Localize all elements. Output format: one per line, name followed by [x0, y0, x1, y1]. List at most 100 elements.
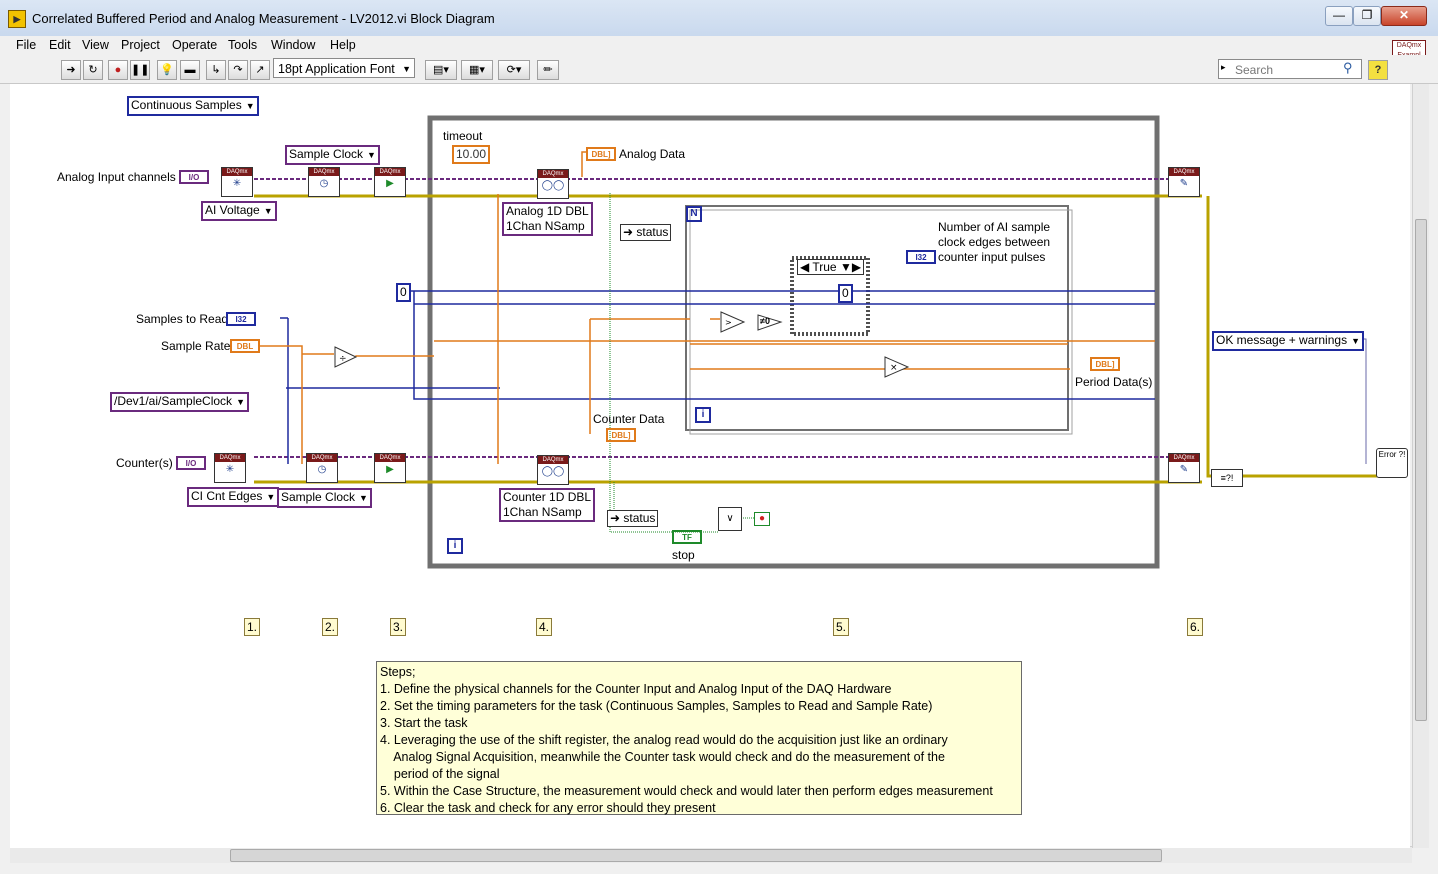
- notes-line: 2. Set the timing parameters for the tas…: [380, 699, 933, 713]
- status-unbundle-bottom[interactable]: ➜ status: [607, 510, 659, 527]
- daqmx-create-channel-ci-node[interactable]: DAQmx ✳: [214, 453, 246, 483]
- daqmx-header: DAQmx: [307, 454, 337, 462]
- run-arrow-icon[interactable]: ➜: [61, 60, 81, 80]
- maximize-button[interactable]: ❐: [1353, 6, 1381, 26]
- daqmx-read-ai-node[interactable]: DAQmx ◯◯: [537, 169, 569, 199]
- step-marker-3: 3.: [390, 618, 406, 636]
- daqmx-start-ai-node[interactable]: DAQmx ▶: [374, 167, 406, 197]
- step-over-icon[interactable]: ↷: [228, 60, 248, 80]
- status-unbundle-top[interactable]: ➜ status: [620, 224, 672, 241]
- step-marker-2: 2.: [322, 618, 338, 636]
- or-node[interactable]: ∨: [718, 507, 742, 531]
- counter-data-indicator[interactable]: DBL]: [606, 428, 636, 442]
- analog-data-label: Analog Data: [619, 147, 686, 161]
- svg-text:×: ×: [890, 363, 898, 373]
- samples-to-read-terminal[interactable]: I32: [226, 312, 256, 326]
- zero-constant-left[interactable]: 0: [396, 283, 411, 302]
- steps-comment-box[interactable]: Steps; 1. Define the physical channels f…: [376, 661, 1022, 815]
- menu-project[interactable]: Project: [121, 38, 160, 52]
- minimize-button[interactable]: —: [1325, 6, 1353, 26]
- sample-rate-terminal[interactable]: DBL: [230, 339, 260, 353]
- analog-read-polymorphic-selector[interactable]: Analog 1D DBL 1Chan NSamp: [502, 202, 593, 236]
- notes-heading: Steps;: [380, 665, 416, 679]
- step-out-icon[interactable]: ↗: [250, 60, 270, 80]
- chevron-down-icon: ▼: [367, 150, 376, 160]
- vertical-scrollbar[interactable]: [1412, 84, 1429, 848]
- divide-triangle-icon: ÷: [334, 346, 358, 368]
- sample-clock-top-dropdown[interactable]: Sample Clock ▼: [285, 145, 380, 165]
- counters-terminal[interactable]: I/O: [176, 456, 206, 470]
- daqmx-clear-ci-node[interactable]: DAQmx ✎: [1168, 453, 1200, 483]
- search-icon[interactable]: ⚲: [1343, 60, 1353, 76]
- daqmx-read-ci-node[interactable]: DAQmx ◯◯: [537, 455, 569, 485]
- daqmx-header: DAQmx: [538, 456, 568, 464]
- title-bar: ▶ Correlated Buffered Period and Analog …: [0, 0, 1438, 37]
- horizontal-scroll-thumb[interactable]: [230, 849, 1162, 862]
- menu-operate[interactable]: Operate: [172, 38, 217, 52]
- pause-icon[interactable]: ❚❚: [130, 60, 150, 80]
- dev-sample-clock-value: /Dev1/ai/SampleClock: [114, 394, 233, 408]
- stop-button-terminal[interactable]: TF: [672, 530, 702, 544]
- close-button[interactable]: ✕: [1381, 6, 1427, 26]
- num-ai-edges-indicator[interactable]: I32: [906, 250, 936, 264]
- horizontal-scrollbar[interactable]: [10, 846, 1412, 863]
- while-loop-iteration-terminal: i: [447, 538, 463, 554]
- chevron-down-icon: ▼: [263, 206, 273, 216]
- search-input[interactable]: ▸ Search ⚲: [1218, 59, 1362, 79]
- daqmx-header: DAQmx: [309, 168, 339, 176]
- abort-icon[interactable]: ●: [108, 60, 128, 80]
- multiply-node[interactable]: ×: [884, 356, 910, 378]
- ok-message-dropdown[interactable]: OK message + warnings ▼: [1212, 331, 1364, 351]
- stop-condition-icon[interactable]: ●: [754, 512, 770, 526]
- window-title: Correlated Buffered Period and Analog Me…: [32, 11, 495, 26]
- menu-help[interactable]: Help: [330, 38, 356, 52]
- menu-window[interactable]: Window: [271, 38, 315, 52]
- reorder-icon[interactable]: ⟳▾: [498, 60, 530, 80]
- num-ai-edges-label-line3: counter input pulses: [938, 250, 1046, 264]
- menu-edit[interactable]: Edit: [49, 38, 71, 52]
- period-data-indicator[interactable]: DBL]: [1090, 357, 1120, 371]
- menu-file[interactable]: File: [16, 38, 36, 52]
- timeout-constant[interactable]: 10.00: [452, 145, 491, 164]
- run-continuously-icon[interactable]: ↻: [83, 60, 103, 80]
- dev-sample-clock-dropdown[interactable]: /Dev1/ai/SampleClock ▼: [110, 392, 249, 412]
- highlight-execution-icon[interactable]: 💡: [157, 60, 177, 80]
- clean-up-diagram-icon[interactable]: ✏: [537, 60, 559, 80]
- daqmx-clear-ai-node[interactable]: DAQmx ✎: [1168, 167, 1200, 197]
- align-objects-icon[interactable]: ▤▾: [425, 60, 457, 80]
- for-loop-iteration-terminal: i: [695, 407, 711, 423]
- daqmx-timing-ai-node[interactable]: DAQmx ◷: [308, 167, 340, 197]
- vertical-scroll-thumb[interactable]: [1415, 219, 1427, 721]
- counter-read-type: Counter 1D DBL: [503, 490, 592, 504]
- read-glasses-icon: ◯◯: [541, 466, 565, 477]
- step-into-icon[interactable]: ↳: [206, 60, 226, 80]
- num-ai-edges-label-line1: Number of AI sample: [938, 220, 1051, 234]
- counter-read-polymorphic-selector[interactable]: Counter 1D DBL 1Chan NSamp: [499, 488, 596, 522]
- font-dropdown[interactable]: 18pt Application Font ▼: [273, 58, 415, 78]
- not-equal-zero-node[interactable]: ≠0: [757, 314, 783, 331]
- block-diagram-canvas[interactable]: Continuous Samples ▼ Sample Clock ▼ Analog…: [10, 84, 1410, 848]
- daqmx-create-channel-ai-node[interactable]: DAQmx ✳: [221, 167, 253, 197]
- retain-wire-values-icon[interactable]: ▬: [180, 60, 200, 80]
- distribute-objects-icon[interactable]: ▦▾: [461, 60, 493, 80]
- simple-error-handler-node[interactable]: Error ?!: [1376, 448, 1408, 478]
- case-selector[interactable]: ◀ True ▼▶: [797, 259, 865, 275]
- menu-view[interactable]: View: [82, 38, 109, 52]
- context-help-icon[interactable]: ?: [1368, 60, 1388, 80]
- ci-cnt-edges-dropdown[interactable]: CI Cnt Edges ▼: [187, 487, 280, 507]
- daqmx-start-ci-node[interactable]: DAQmx ▶: [374, 453, 406, 483]
- ai-voltage-dropdown[interactable]: AI Voltage ▼: [201, 201, 277, 221]
- analog-input-channels-terminal[interactable]: I/O: [179, 170, 209, 184]
- zero-constant-case[interactable]: 0: [838, 284, 853, 303]
- daqmx-header: DAQmx: [222, 168, 252, 176]
- sample-clock-bottom-dropdown[interactable]: Sample Clock ▼: [277, 488, 372, 508]
- merge-errors-node[interactable]: ≡?!: [1211, 469, 1243, 487]
- sample-mode-dropdown[interactable]: Continuous Samples ▼: [127, 96, 259, 116]
- analog-data-indicator[interactable]: DBL]: [586, 147, 616, 161]
- chevron-down-icon: ▼: [266, 492, 276, 502]
- notes-line: 5. Within the Case Structure, the measur…: [380, 784, 993, 798]
- menu-tools[interactable]: Tools: [228, 38, 257, 52]
- daqmx-timing-ci-node[interactable]: DAQmx ◷: [306, 453, 338, 483]
- greater-than-node[interactable]: >: [720, 311, 746, 333]
- notes-line: period of the signal: [380, 767, 500, 781]
